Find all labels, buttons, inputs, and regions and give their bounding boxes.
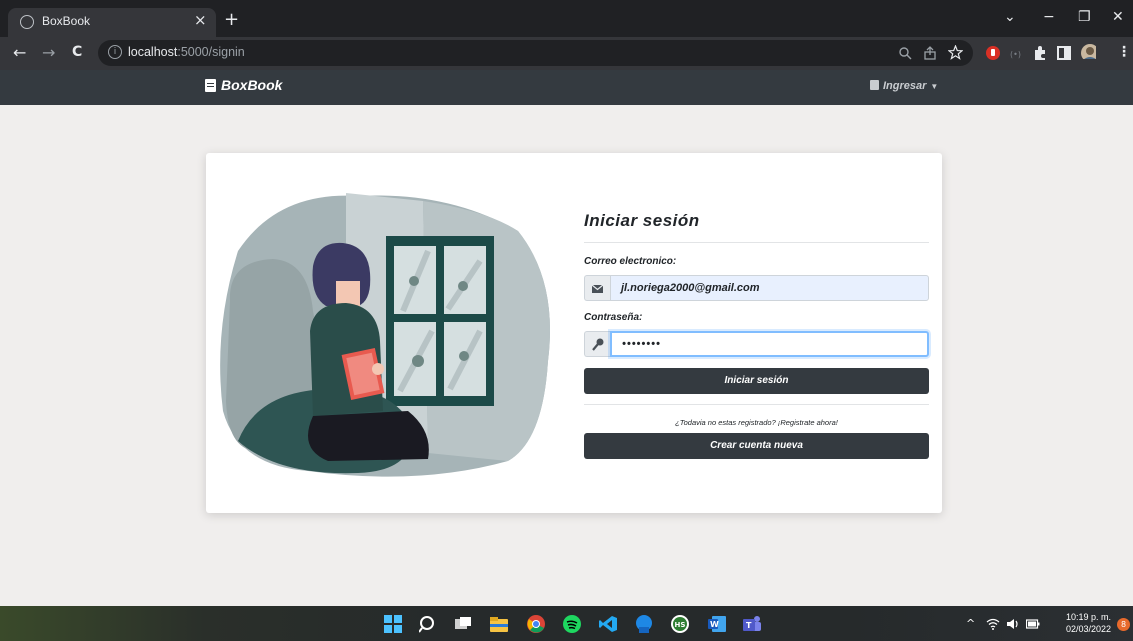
svg-text:(•): (•) — [1010, 50, 1021, 59]
globe-icon — [20, 15, 34, 29]
email-input-group: jl.noriega2000@gmail.com — [584, 275, 929, 301]
address-bar[interactable]: i localhost:5000/signin — [98, 40, 973, 66]
svg-text:T: T — [746, 621, 752, 630]
login-label: Ingresar — [883, 80, 927, 92]
window-close-button[interactable]: ✕ — [1112, 9, 1124, 25]
forward-button[interactable]: → — [42, 43, 55, 62]
side-panel-icon[interactable] — [1056, 45, 1072, 61]
wifi-icon[interactable] — [986, 618, 1000, 630]
brand-logo[interactable]: BoxBook — [205, 77, 282, 93]
title-divider — [584, 242, 929, 243]
adblock-extension-icon[interactable] — [985, 45, 1001, 61]
tab-close-button[interactable]: × — [194, 11, 207, 29]
clock-time[interactable]: 10:19 p. m. — [1056, 612, 1111, 622]
form-title: Iniciar sesión — [584, 211, 700, 230]
task-view-icon[interactable] — [454, 615, 472, 633]
search-icon[interactable] — [419, 615, 437, 633]
create-account-button[interactable]: Crear cuenta nueva — [584, 433, 929, 459]
volume-icon[interactable] — [1006, 618, 1020, 630]
profile-avatar-icon[interactable] — [1080, 43, 1096, 59]
battery-icon[interactable] — [1026, 619, 1040, 629]
brand-name: BoxBook — [221, 77, 283, 93]
tab-title: BoxBook — [42, 14, 91, 28]
app-icon[interactable] — [635, 615, 653, 633]
file-explorer-icon[interactable] — [490, 615, 508, 633]
extension-icon[interactable]: (•) — [1008, 45, 1024, 61]
vscode-icon[interactable] — [599, 615, 617, 633]
svg-text:HS: HS — [675, 621, 686, 629]
login-icon — [870, 80, 879, 90]
password-input-group: •••••••• — [584, 331, 929, 357]
zoom-icon[interactable] — [898, 46, 912, 60]
minimize-button[interactable]: − — [1043, 9, 1055, 25]
browser-toolbar: ← → C i localhost:5000/signin (•) ⋮ — [0, 37, 1133, 70]
caret-down-icon: ▼ — [930, 82, 939, 91]
chrome-icon[interactable] — [527, 615, 545, 633]
notification-badge[interactable]: 8 — [1117, 618, 1130, 631]
register-prompt[interactable]: ¿Todavia no estas registrado? ¡Registrat… — [584, 418, 929, 427]
back-button[interactable]: ← — [13, 43, 26, 62]
key-icon — [584, 331, 610, 357]
url-host: localhost:5000/signin — [128, 45, 245, 59]
windows-taskbar: HS W T ^ 10:19 p. m. 02/03/2022 8 — [0, 606, 1133, 641]
browser-tab-strip: BoxBook × + ⌄ − ❐ ✕ — [0, 0, 1133, 37]
teams-icon[interactable]: T — [743, 615, 761, 633]
share-icon[interactable] — [923, 46, 937, 60]
browser-menu-icon[interactable]: ⋮ — [1117, 44, 1131, 60]
new-tab-button[interactable]: + — [224, 9, 239, 30]
svg-text:W: W — [710, 620, 719, 629]
tray-chevron-icon[interactable]: ^ — [966, 617, 975, 630]
login-dropdown[interactable]: Ingresar ▼ — [870, 80, 938, 92]
browser-tab[interactable]: BoxBook × — [8, 8, 216, 37]
password-label: Contraseña: — [584, 312, 643, 323]
info-icon[interactable]: i — [108, 45, 122, 59]
reload-button[interactable]: C — [72, 44, 82, 60]
book-icon — [205, 79, 216, 92]
email-field[interactable]: jl.noriega2000@gmail.com — [610, 275, 929, 301]
signin-card: Iniciar sesión Correo electronico: jl.no… — [206, 153, 942, 513]
login-button[interactable]: Iniciar sesión — [584, 368, 929, 394]
maximize-button[interactable]: ❐ — [1078, 9, 1091, 25]
hotspot-icon[interactable]: HS — [671, 615, 689, 633]
form-divider — [584, 404, 929, 405]
reading-woman-illustration — [220, 193, 550, 477]
url-path: :5000/signin — [177, 45, 245, 59]
word-icon[interactable]: W — [708, 615, 726, 633]
puzzle-icon[interactable] — [1032, 45, 1048, 61]
email-label: Correo electronico: — [584, 256, 677, 267]
spotify-icon[interactable] — [563, 615, 581, 633]
clock-date[interactable]: 02/03/2022 — [1050, 624, 1111, 634]
app-navbar: BoxBook Ingresar ▼ — [0, 70, 1133, 105]
tab-search-icon[interactable]: ⌄ — [1004, 9, 1016, 25]
windows-start-icon[interactable] — [384, 615, 402, 633]
bookmark-star-icon[interactable] — [948, 45, 963, 60]
envelope-icon — [584, 275, 610, 301]
password-field[interactable]: •••••••• — [610, 331, 929, 357]
